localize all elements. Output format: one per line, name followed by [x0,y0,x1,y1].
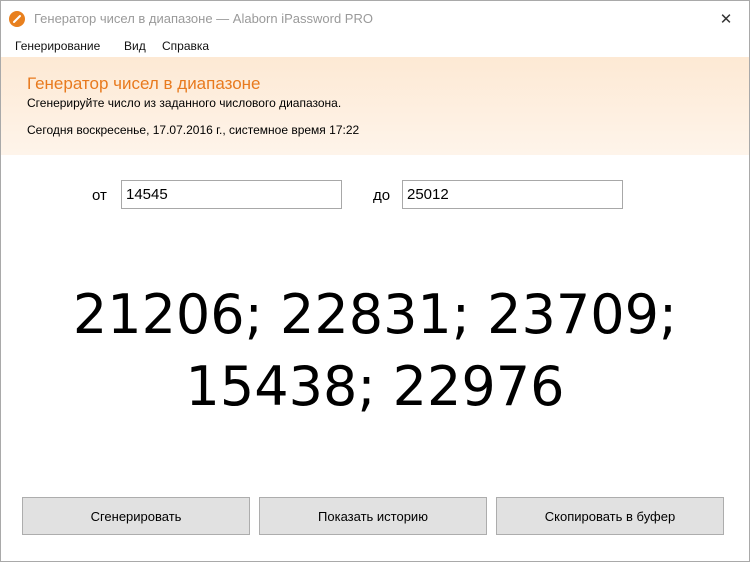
title-bar[interactable]: Генератор чисел в диапазоне — Alaborn iP… [1,1,749,37]
app-window: Генератор чисел в диапазоне — Alaborn iP… [0,0,750,562]
close-button[interactable]: ✕ [703,1,749,37]
result-line-2: 15438; 22976 [185,355,565,418]
show-history-button[interactable]: Показать историю [259,497,487,535]
page-title: Генератор чисел в диапазоне [27,74,261,93]
app-logo-icon [9,11,25,27]
close-icon: ✕ [719,10,733,28]
copy-to-clipboard-button[interactable]: Скопировать в буфер [496,497,724,535]
page-subtitle: Сгенерируйте число из заданного числовог… [27,96,342,110]
from-input[interactable] [121,180,342,209]
result-display: 21206; 22831; 23709; 15438; 22976 [41,279,709,423]
menu-view[interactable]: Вид [124,39,146,53]
menu-bar: Генерирование Вид Справка [1,37,749,57]
window-title: Генератор чисел в диапазоне — Alaborn iP… [34,11,373,26]
to-label: до [373,187,391,204]
menu-generation[interactable]: Генерирование [15,39,100,53]
from-label: от [92,187,107,204]
generate-button[interactable]: Сгенерировать [22,497,250,535]
date-time-line: Сегодня воскресенье, 17.07.2016 г., сист… [27,123,360,137]
result-line-1: 21206; 22831; 23709; [72,283,678,346]
header-panel: Генератор чисел в диапазоне Сгенерируйте… [1,57,749,155]
menu-help[interactable]: Справка [162,39,209,53]
to-input[interactable] [402,180,623,209]
